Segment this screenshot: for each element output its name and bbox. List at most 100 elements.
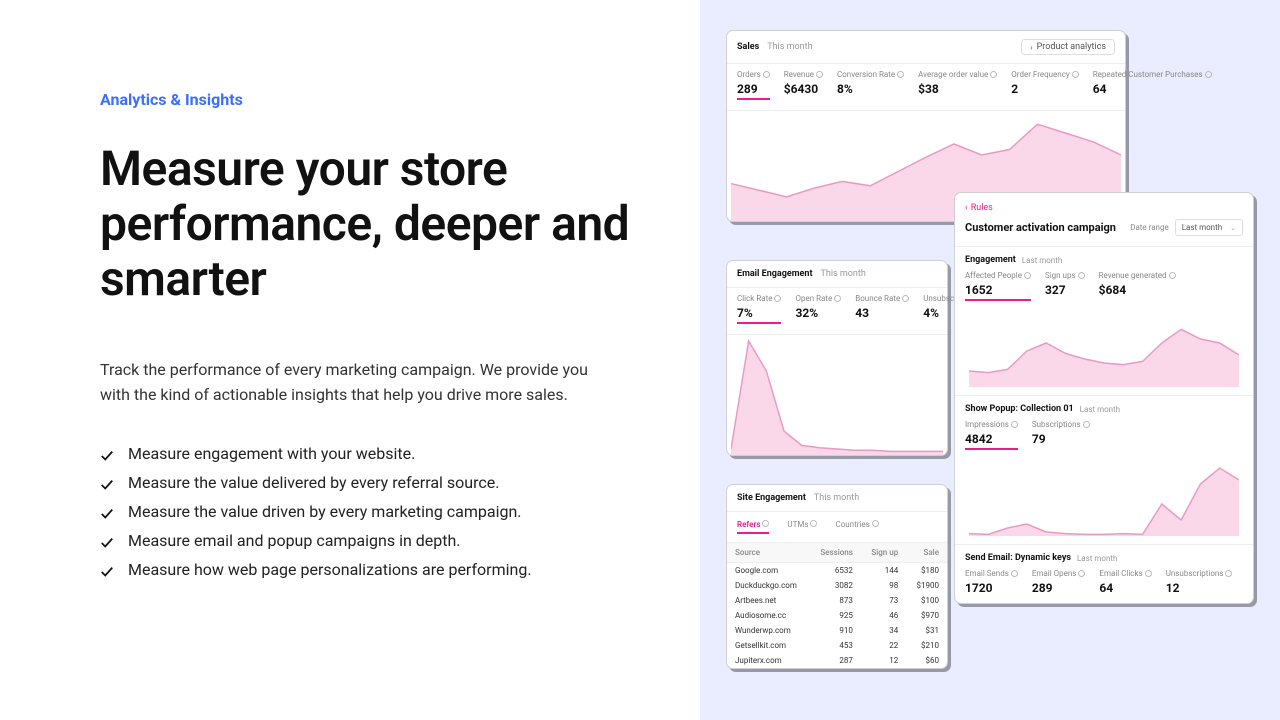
metric-value: $38: [918, 82, 997, 96]
check-icon: [100, 506, 114, 520]
metric-value: 8%: [837, 82, 904, 96]
metric[interactable]: Revenue generated $684: [1099, 271, 1176, 301]
engagement-section-title: Engagement: [965, 255, 1016, 265]
metric-value: 43: [855, 306, 909, 320]
metric-label: Affected People: [965, 271, 1031, 280]
sales-title: Sales: [737, 42, 759, 52]
metric[interactable]: Sign ups 327: [1045, 271, 1085, 301]
info-icon: [1072, 71, 1079, 78]
metric-value: 64: [1093, 82, 1212, 96]
metric-label: Sign ups: [1045, 271, 1085, 280]
chevron-right-icon: ›: [1030, 43, 1032, 52]
metric[interactable]: Bounce Rate 43: [855, 294, 909, 324]
table-row[interactable]: Artbees.net87373$100: [727, 593, 947, 608]
metric-label: Revenue generated: [1099, 271, 1176, 280]
metric[interactable]: Revenue $6430: [784, 70, 823, 100]
campaign-title: Customer activation campaign: [965, 221, 1116, 234]
info-icon: [834, 295, 841, 302]
table-row[interactable]: Google.com6532144$180: [727, 563, 947, 579]
metric[interactable]: Email Clicks 64: [1099, 569, 1151, 595]
metric-value: $684: [1099, 283, 1176, 297]
metric[interactable]: Click Rate 7%: [737, 294, 781, 324]
info-icon: [990, 71, 997, 78]
metric[interactable]: Open Rate 32%: [795, 294, 841, 324]
info-icon: [897, 71, 904, 78]
metric[interactable]: Email Opens 289: [1032, 569, 1086, 595]
metric-label: Click Rate: [737, 294, 781, 303]
metric-label: Subscriptions: [1032, 420, 1090, 429]
sales-period: This month: [767, 42, 812, 52]
metric[interactable]: Average order value $38: [918, 70, 997, 100]
metric[interactable]: Subscriptions 79: [1032, 420, 1090, 450]
page-headline: Measure your store performance, deeper a…: [100, 141, 640, 307]
table-row[interactable]: Audiosome.cc92546$970: [727, 608, 947, 623]
info-icon: [762, 520, 769, 527]
site-period: This month: [814, 493, 859, 503]
table-row[interactable]: Duckduckgo.com308298$1900: [727, 578, 947, 593]
tab-refers[interactable]: Refers: [737, 520, 769, 534]
popup-chart: [965, 456, 1243, 536]
metric-label: Orders: [737, 70, 770, 79]
info-icon: [1205, 71, 1212, 78]
metric-value: 289: [737, 82, 770, 100]
metric-label: Bounce Rate: [855, 294, 909, 303]
metric-value: 1720: [965, 581, 1018, 595]
date-range-select[interactable]: Last month ⌄: [1175, 219, 1243, 236]
metric-label: Open Rate: [795, 294, 841, 303]
table-header[interactable]: Sale: [906, 543, 947, 563]
popup-period: Last month: [1080, 405, 1120, 414]
table-header[interactable]: Sign up: [861, 543, 906, 563]
site-table: SourceSessionsSign upSaleGoogle.com65321…: [727, 543, 947, 668]
info-icon: [1078, 570, 1085, 577]
engagement-chart: [965, 307, 1243, 387]
table-header[interactable]: Sessions: [809, 543, 860, 563]
metric-label: Impressions: [965, 420, 1018, 429]
popup-section-title: Show Popup: Collection 01: [965, 404, 1074, 414]
info-icon: [1083, 421, 1090, 428]
table-row[interactable]: Jupiterx.com28712$60: [727, 653, 947, 668]
metric[interactable]: Unsubscriptions 12: [1166, 569, 1233, 595]
info-icon: [763, 71, 770, 78]
metric-label: Order Frequency: [1011, 70, 1078, 79]
rules-back-link[interactable]: ‹ Rules: [955, 193, 1253, 219]
metric-label: Conversion Rate: [837, 70, 904, 79]
engagement-metrics: Affected People 1652 Sign ups 327 Revenue …: [965, 271, 1243, 307]
info-icon: [1169, 272, 1176, 279]
email-title: Email Engagement: [737, 269, 813, 279]
metric-value: 289: [1032, 581, 1086, 595]
metric[interactable]: Email Sends 1720: [965, 569, 1018, 595]
check-icon: [100, 448, 114, 462]
check-icon: [100, 564, 114, 578]
info-icon: [810, 520, 817, 527]
check-icon: [100, 535, 114, 549]
metric-value: 327: [1045, 283, 1085, 297]
metric[interactable]: Affected People 1652: [965, 271, 1031, 301]
metric-label: Unsubscriptions: [1166, 569, 1233, 578]
metric-label: Email Clicks: [1099, 569, 1151, 578]
tab-utms[interactable]: UTMs: [787, 520, 817, 534]
email-send-section-title: Send Email: Dynamic keys: [965, 553, 1071, 563]
chevron-down-icon: ⌄: [1230, 224, 1236, 232]
metric[interactable]: Order Frequency 2: [1011, 70, 1078, 100]
info-icon: [1011, 421, 1018, 428]
metric-label: Revenue: [784, 70, 823, 79]
metric[interactable]: Orders 289: [737, 70, 770, 100]
check-icon: [100, 477, 114, 491]
email-metrics: Click Rate 7% Open Rate 32% Bounce Rate 43…: [727, 288, 947, 335]
metric-label: Email Sends: [965, 569, 1018, 578]
metric[interactable]: Repeated Customer Purchases 64: [1093, 70, 1212, 100]
engagement-period: Last month: [1022, 256, 1062, 265]
tab-countries[interactable]: Countries: [835, 520, 878, 534]
table-row[interactable]: Getsellkit.com45322$210: [727, 638, 947, 653]
features-list: Measure engagement with your website.Mea…: [100, 444, 640, 579]
date-range-label: Date range: [1130, 223, 1169, 232]
table-row[interactable]: Wunderwp.com91034$31: [727, 623, 947, 638]
product-analytics-link[interactable]: › Product analytics: [1021, 39, 1115, 55]
metric-value: 2: [1011, 82, 1078, 96]
info-icon: [774, 295, 781, 302]
metric-value: 4842: [965, 432, 1018, 450]
metric[interactable]: Conversion Rate 8%: [837, 70, 904, 100]
email-period: This month: [821, 269, 866, 279]
table-header[interactable]: Source: [727, 543, 809, 563]
metric[interactable]: Impressions 4842: [965, 420, 1018, 450]
